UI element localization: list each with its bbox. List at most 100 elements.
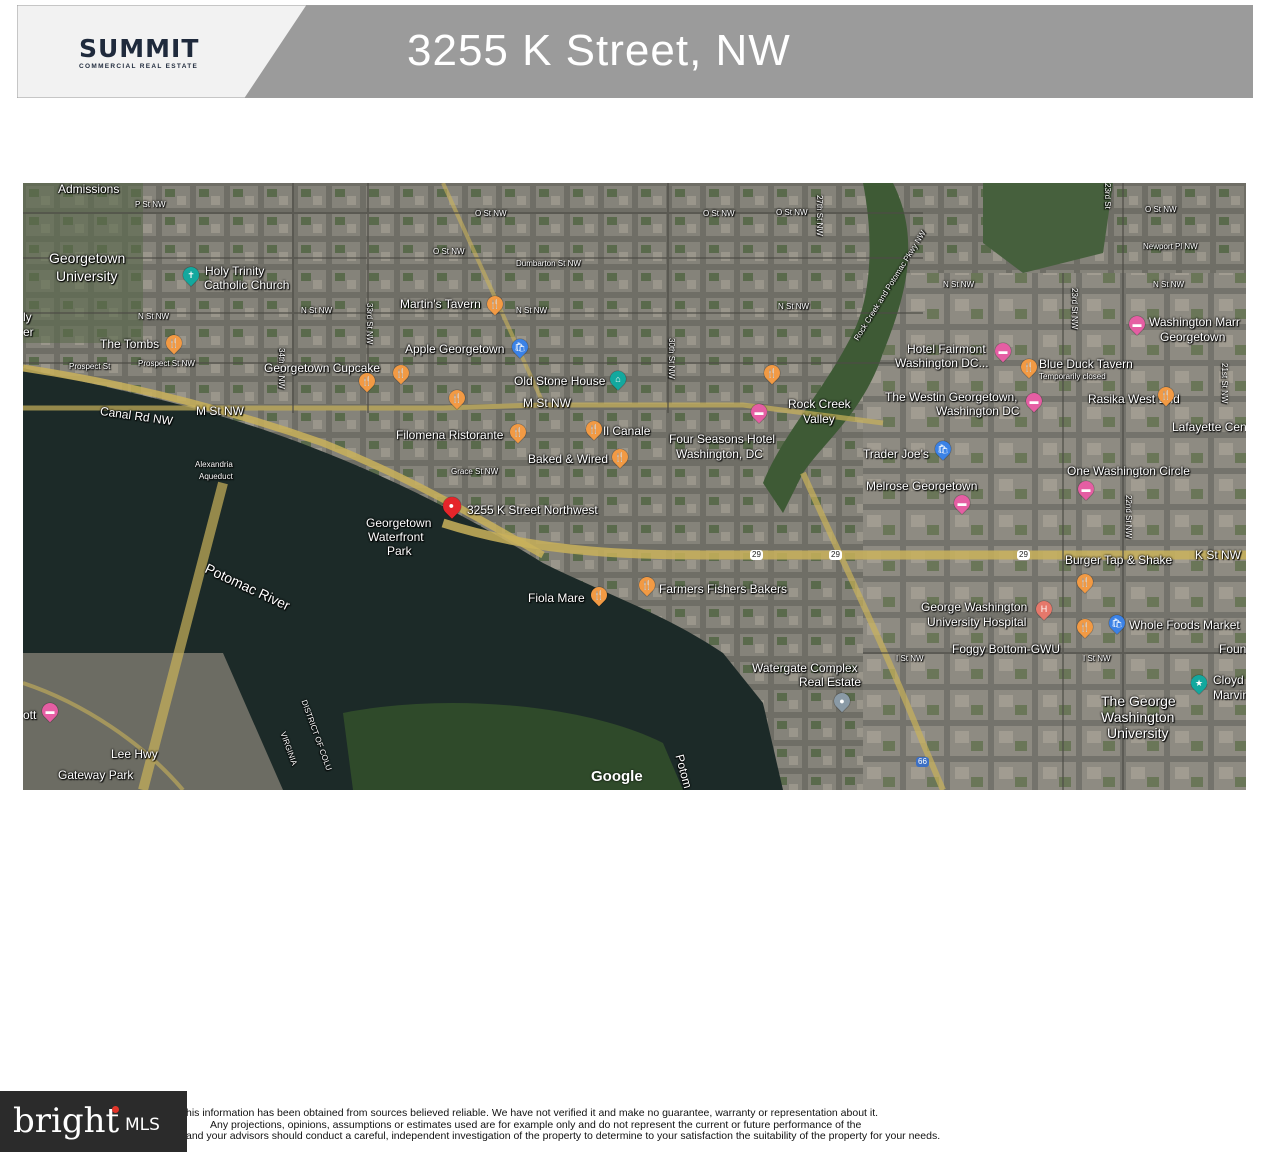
restaurant-pin-icon[interactable]: 🍴 [587,583,611,607]
bright-mls-logo: bright MLS [0,1091,187,1152]
label-hotel-fairmont-2: Washington DC... [895,356,989,370]
bright-dot-icon [112,1106,119,1113]
label-edge-ly: ly [23,310,32,324]
label-alexandria-aqueduct-2: Aqueduct [199,472,233,481]
restaurant-pin-icon[interactable]: 🍴 [608,445,632,469]
shopping-pin-icon[interactable]: 🛍 [1105,611,1129,635]
hotel-pin-icon[interactable]: ▬ [950,491,974,515]
label-22nd-street: 22nd St NW [1124,495,1133,539]
label-watergate: Watergate Complex [752,661,858,675]
restaurant-pin-icon[interactable]: 🍴 [582,417,606,441]
label-georgetown-university-2: University [56,268,118,284]
label-n-st-4: N St NW [778,302,810,311]
shopping-pin-icon[interactable]: 🛍 [508,335,532,359]
label-o-st-5: O St NW [1145,205,1177,214]
label-holy-trinity-2: Catholic Church [204,278,290,292]
label-george-washington-univ-2: Washington [1101,709,1175,725]
restaurant-pin-icon[interactable]: 🍴 [1073,615,1097,639]
hospital-pin-icon[interactable]: H [1032,597,1056,621]
label-o-st-4: O St NW [776,208,808,217]
google-attribution: Google [591,768,643,785]
logo-wordmark: SUMMIT [79,34,200,63]
label-n-st-1: N St NW [138,312,170,321]
label-blue-duck-tavern: Blue Duck Tavern [1039,357,1133,371]
restaurant-pin-icon[interactable]: 🍴 [506,420,530,444]
map-image: Admissions P St NW Georgetown University… [23,183,1246,790]
label-four-seasons: Four Seasons Hotel [669,432,776,446]
shopping-pin-icon[interactable]: 🛍 [931,437,955,461]
real-estate-pin-icon[interactable]: ● [830,689,854,713]
label-grace-street: Grace St NW [451,467,499,476]
restaurant-pin-icon[interactable]: 🍴 [1073,570,1097,594]
label-melrose: Melrose Georgetown [866,479,978,493]
label-washington-marriott: Washington Marr [1149,315,1240,329]
label-washington-marriott-2: Georgetown [1160,330,1226,344]
restaurant-pin-icon[interactable]: 🍴 [483,292,507,316]
label-found: Found [1219,642,1246,656]
landmark-pin-icon[interactable]: ⌂ [606,367,630,391]
label-apple-georgetown: Apple Georgetown [405,342,505,356]
restaurant-pin-icon[interactable]: 🍴 [445,386,469,410]
label-gwu-hospital: George Washington [921,600,1028,614]
label-waterfront-park: Georgetown [366,516,432,530]
label-cloyd-2: Marvin [1213,688,1246,702]
label-george-washington-univ-3: University [1107,725,1169,741]
label-holy-trinity: Holy Trinity [205,264,265,278]
church-pin-icon[interactable]: ✝ [179,263,203,287]
label-k-street: K St NW [1195,548,1242,562]
label-gateway-park: Gateway Park [58,768,134,782]
label-lafayette: Lafayette Cent [1172,420,1246,434]
hotel-pin-icon[interactable]: ▬ [1074,477,1098,501]
label-rock-creek-2: Valley [803,412,835,426]
label-prospect-st-nw: Prospect St NW [138,359,195,368]
label-temporarily-closed: Temporarily closed [1039,372,1106,381]
restaurant-pin-icon[interactable]: 🍴 [760,361,784,385]
label-alexandria-aqueduct: Alexandria [195,460,233,469]
label-21st-street: 21st St NW [1220,363,1229,404]
label-23rd-street: 23rd St [1103,183,1112,209]
label-cloyd: Cloyd [1213,673,1244,687]
label-waterfront-park-3: Park [387,544,412,558]
label-edge-er: er [23,325,34,339]
interstate-66-shield-icon: 66 [916,757,929,767]
label-martins-tavern: Martin's Tavern [400,297,481,311]
hotel-pin-icon[interactable]: ▬ [1125,312,1149,336]
disclaimer-line-1: his information has been obtained from s… [186,1107,879,1119]
label-four-seasons-2: Washington, DC [676,447,763,461]
label-filomena: Filomena Ristorante [396,428,504,442]
restaurant-pin-icon[interactable]: 🍴 [1154,383,1178,407]
logo-tagline: COMMERCIAL REAL ESTATE [79,63,199,70]
label-marriott-cut: ott [23,708,37,722]
label-admissions: Admissions [58,183,120,196]
label-prospect-st: Prospect St [69,362,111,371]
label-n-st-2: N St NW [301,306,333,315]
restaurant-pin-icon[interactable]: 🍴 [355,369,379,393]
hotel-pin-icon[interactable]: ▬ [991,339,1015,363]
bright-wordmark: bright [13,1101,120,1141]
disclaimer-line-3: and your advisors should conduct a caref… [186,1130,941,1142]
restaurant-pin-icon[interactable]: 🍴 [635,573,659,597]
restaurant-pin-icon[interactable]: 🍴 [389,361,413,385]
hotel-pin-icon[interactable]: ▬ [38,699,62,723]
hotel-pin-icon[interactable]: ▬ [1022,389,1046,413]
restaurant-pin-icon[interactable]: 🍴 [162,331,186,355]
label-westin: The Westin Georgetown, [885,390,1018,404]
label-old-stone-house: Old Stone House [514,374,606,388]
route-29-shield-icon: 29 [1017,550,1030,560]
label-property-address: 3255 K Street Northwest [467,503,598,517]
label-m-st-2: M St NW [523,396,571,410]
label-i-st-2: I St NW [1083,654,1111,663]
label-newport-place: Newport Pl NW [1143,242,1198,251]
label-o-st-2: O St NW [433,247,465,256]
hotel-pin-icon[interactable]: ▬ [747,400,771,424]
label-georgetown-university: Georgetown [49,250,126,266]
label-waterfront-park-2: Waterfront [368,530,424,544]
landmark-pin-icon[interactable]: ★ [1187,671,1211,695]
label-dumbarton: Dumbarton St NW [516,259,581,268]
label-hotel-fairmont: Hotel Fairmont [907,342,986,356]
label-n-st-6: N St NW [1153,280,1185,289]
route-29-shield-icon: 29 [829,550,842,560]
label-whole-foods: Whole Foods Market [1129,618,1240,632]
restaurant-pin-icon[interactable]: 🍴 [1017,355,1041,379]
label-o-st-1: O St NW [475,209,507,218]
